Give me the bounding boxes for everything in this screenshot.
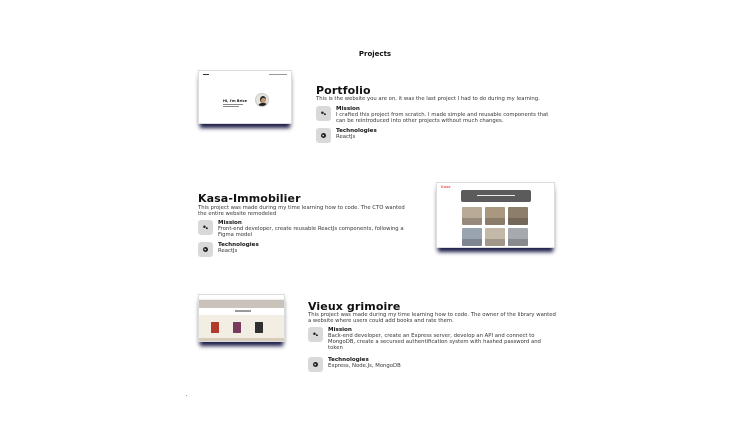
project-description: This project was made during my time lea… — [308, 312, 556, 325]
technologies-row: Technologies ReactJs — [198, 242, 259, 257]
mission-row: Mission Front-end developer, create reus… — [198, 220, 410, 238]
mission-text: Front-end developer, create reusable Rea… — [218, 226, 404, 239]
portfolio-preview-image[interactable]: Hi, I'm Brice — [198, 70, 292, 124]
technologies-text: ReactJs — [218, 248, 238, 254]
preview-logo: Kasa — [441, 185, 451, 189]
preview-greeting: Hi, I'm Brice — [223, 99, 247, 103]
section-title: Projects — [358, 50, 392, 58]
project-description: This project was made during my time lea… — [198, 205, 405, 218]
grimoire-preview-image[interactable] — [198, 294, 285, 342]
preview-nav — [203, 73, 287, 76]
globe-icon — [308, 357, 323, 372]
project-description: This is the website you are on, it was t… — [316, 96, 540, 102]
mission-row: Mission Back-end developer, create an Ex… — [308, 327, 552, 352]
mission-row: Mission I crafted this project from scra… — [316, 106, 556, 124]
mission-text: Back-end developer, create an Express se… — [328, 333, 541, 352]
technologies-text: ReactJs — [336, 134, 356, 140]
divider-dot — [186, 395, 187, 396]
kasa-preview-image[interactable]: Kasa — [436, 182, 555, 248]
technologies-row: Technologies Express, Node.Js, MongoDB — [308, 357, 401, 372]
avatar — [255, 93, 269, 107]
gear-icon — [198, 220, 213, 235]
gear-icon — [308, 327, 323, 342]
project-title: Kasa-Immobilier — [198, 192, 301, 205]
globe-icon — [316, 128, 331, 143]
gear-icon — [316, 106, 331, 121]
preview-banner — [461, 190, 531, 202]
mission-text: I crafted this project from scratch. I m… — [336, 112, 549, 125]
preview-grid — [462, 207, 528, 246]
globe-icon — [198, 242, 213, 257]
technologies-text: Express, Node.Js, MongoDB — [328, 363, 401, 369]
technologies-row: Technologies ReactJs — [316, 128, 377, 143]
